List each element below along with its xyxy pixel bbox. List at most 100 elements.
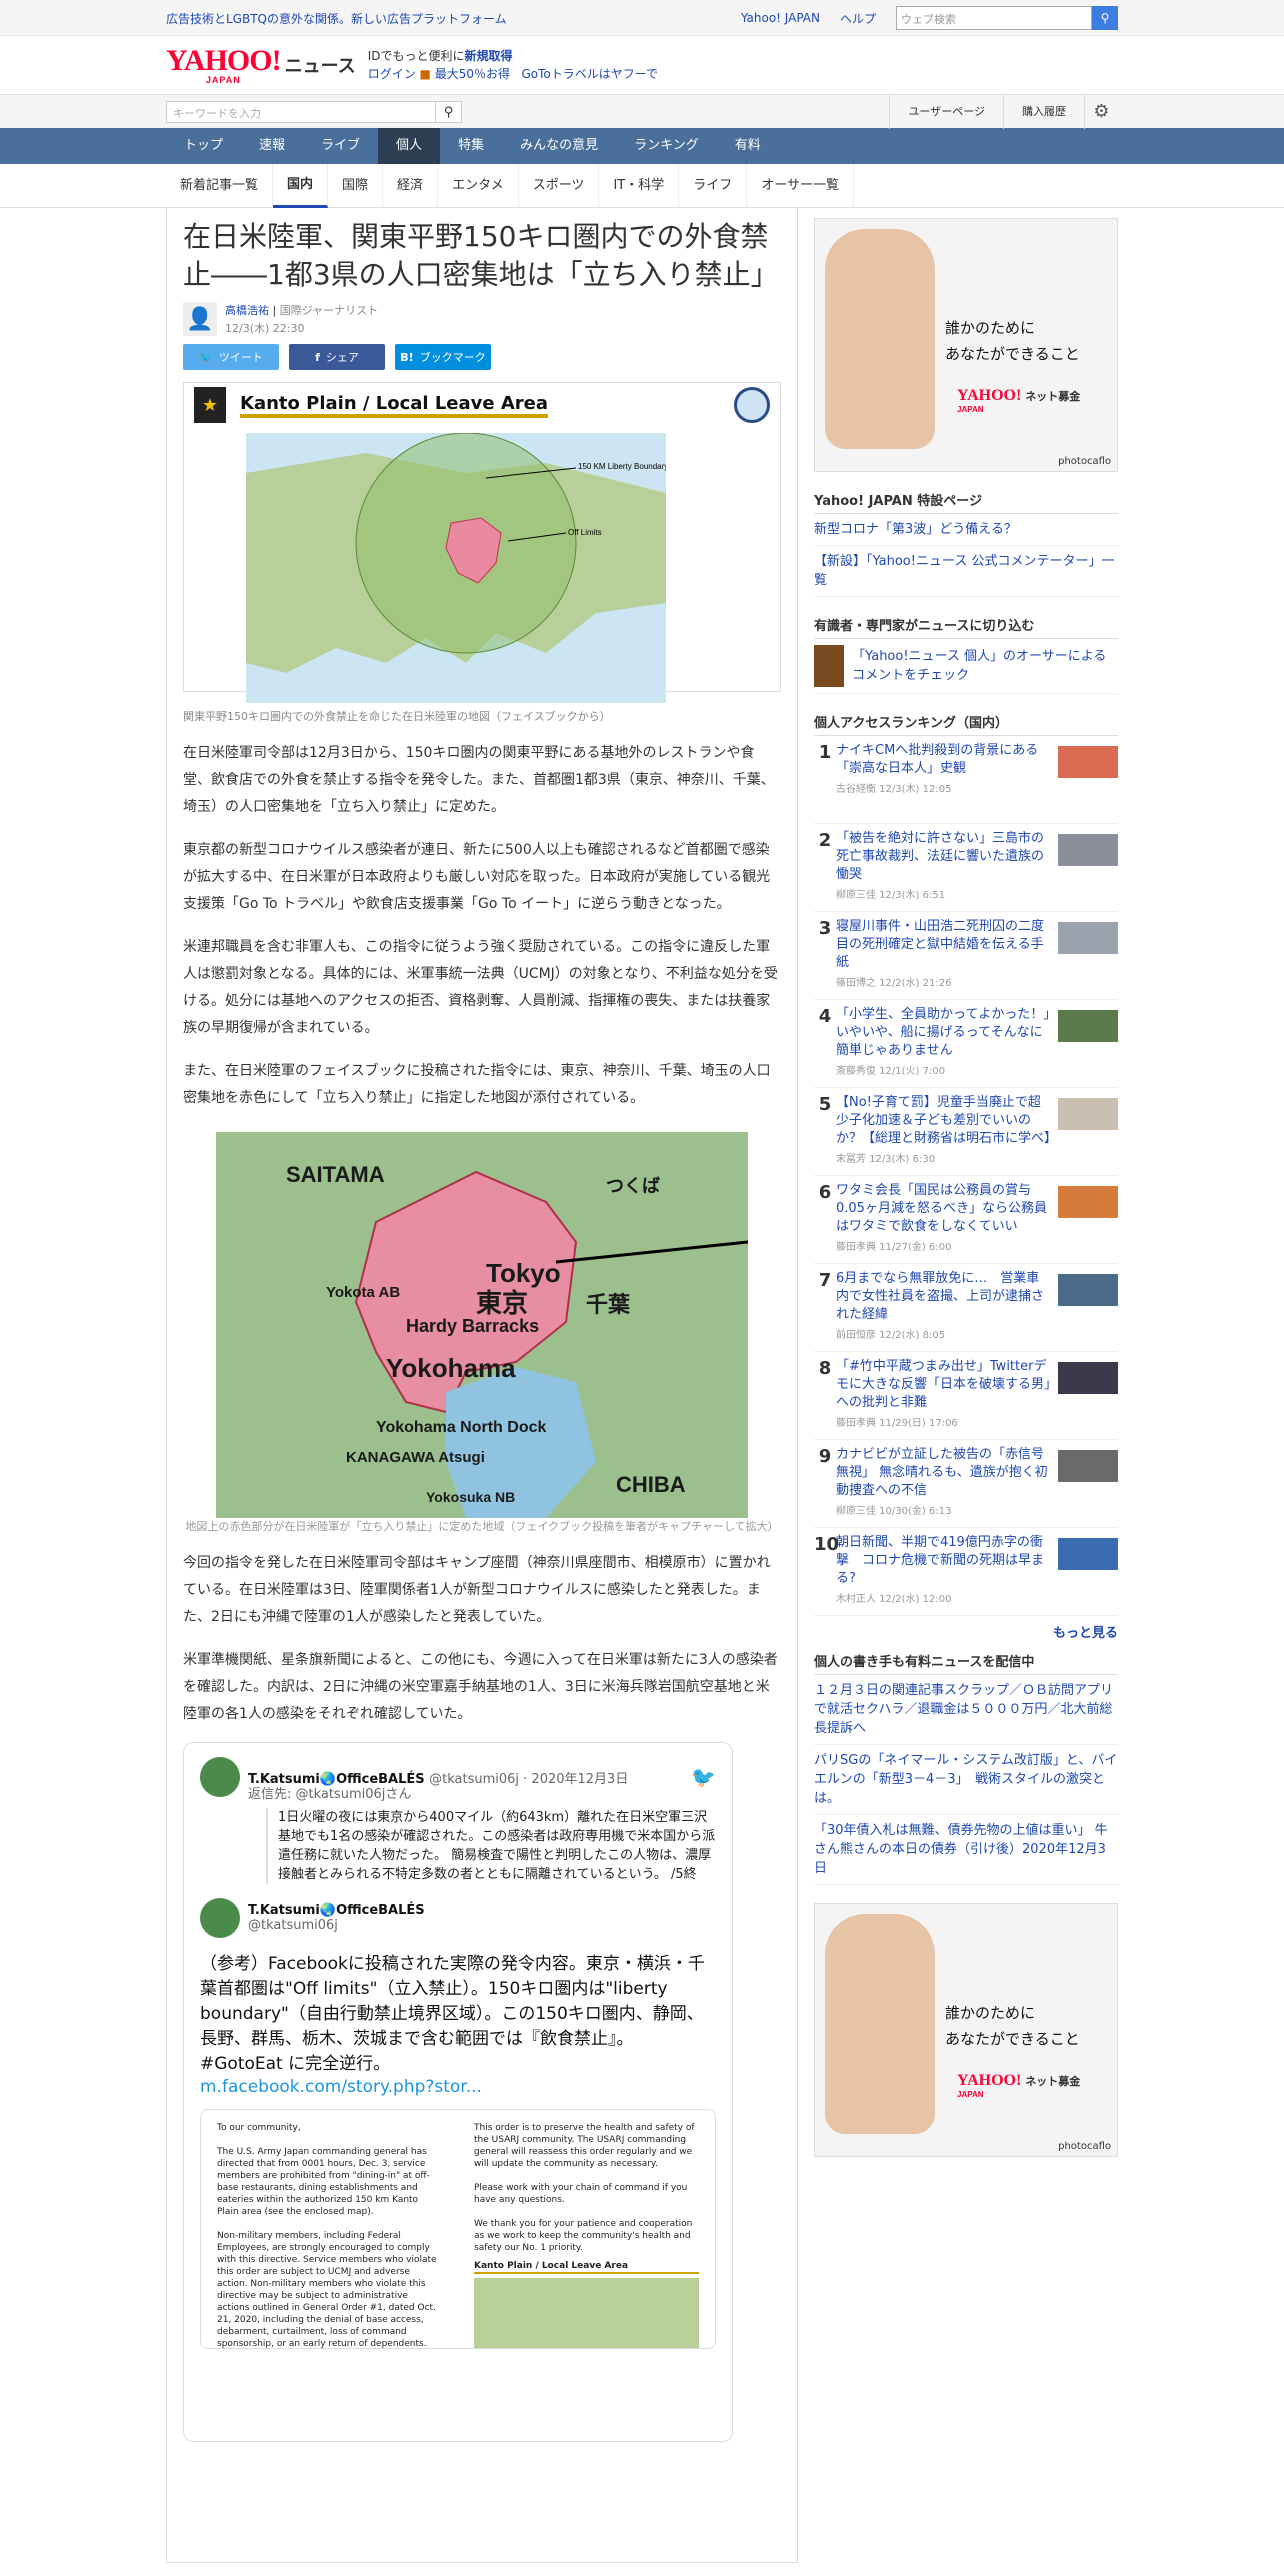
rank-thumbnail[interactable] xyxy=(1058,1010,1118,1042)
rank-title[interactable]: ナイキCMへ批判殺到の背景にある「崇高な日本人」史観 xyxy=(836,742,1052,778)
subnav-item[interactable]: 経済 xyxy=(383,164,439,208)
discount-link[interactable]: 最大50％お得 xyxy=(435,67,510,81)
gear-icon[interactable]: ⚙ xyxy=(1084,95,1118,129)
tweet-image[interactable]: To our community, The U.S. Army Japan co… xyxy=(200,2109,716,2349)
paragraph: 米連邦職員を含む非軍人も、この指令に従うよう強く奨励されている。この指令に違反し… xyxy=(183,939,778,1036)
leave-area-map[interactable]: ★ Kanto Plain / Local Leave Area 150 KM … xyxy=(183,382,781,703)
tweet-date[interactable]: 2020年12月3日 xyxy=(531,1772,628,1787)
twitter-bird-icon[interactable]: 🐦 xyxy=(691,1765,716,1789)
subnav-item[interactable]: IT・科学 xyxy=(599,164,680,208)
paid-link[interactable]: １２月３日の関連記事スクラップ／ＯＢ訪問アプリで就活セクハラ／退職金は５０００万… xyxy=(814,1675,1118,1745)
ranking-item[interactable]: 8 「#竹中平蔵つまみ出せ」Twitterデモに大きな反響「日本を破壊する男」への… xyxy=(814,1352,1118,1440)
ranking-item[interactable]: 1 ナイキCMへ批判殺到の背景にある「崇高な日本人」史観 古谷経衡 12/3(木) … xyxy=(814,736,1118,824)
special-link[interactable]: 【新設】「Yahoo!ニュース 公式コメンテーター」一覧 xyxy=(814,546,1118,597)
off-limits-map-image[interactable]: SAITAMA Tokyo 東京 Yokota AB Hardy Barracks Yok… xyxy=(216,1132,748,1518)
ranking-item[interactable]: 5 【No!子育て罰】児童手当廃止で超少子化加速＆子ども差別でいいのか？【総理と財… xyxy=(814,1088,1118,1176)
ad-copy-line1: 誰かのために xyxy=(945,2004,1036,2022)
rank-title[interactable]: カナビビが立証した被告の「赤信号無視」 無念晴れるも、遺族が抱く初動捜査への不信 xyxy=(836,1446,1052,1500)
paid-link[interactable]: パリSGの「ネイマール・システム改訂版」と、バイエルンの「新型3－4－3」 戦術… xyxy=(814,1745,1118,1815)
news-logo-text[interactable]: ニュース xyxy=(285,52,356,78)
avatar[interactable]: 👤 xyxy=(183,302,217,336)
tweet-handle[interactable]: @tkatsumi06j xyxy=(248,1918,425,1933)
yahoo-japan-link[interactable]: Yahoo! JAPAN xyxy=(741,11,820,25)
nav-item[interactable]: みんなの意見 xyxy=(502,128,616,164)
rank-thumbnail[interactable] xyxy=(1058,1450,1118,1482)
yahoo-logo[interactable]: YAHOO! JAPAN xyxy=(166,45,282,85)
subnav-item[interactable]: スポーツ xyxy=(519,164,600,208)
rank-title[interactable]: 【No!子育て罰】児童手当廃止で超少子化加速＆子ども差別でいいのか？【総理と財務… xyxy=(836,1094,1057,1148)
nav-item[interactable]: ランキング xyxy=(616,128,717,164)
avatar[interactable] xyxy=(200,1757,240,1797)
facebook-share-button[interactable]: f シェア xyxy=(289,344,385,370)
paid-link[interactable]: 「30年債入札は無難、債券先物の上値は重い」 牛さん熊さんの本日の債券（引け後）… xyxy=(814,1815,1118,1885)
author-name[interactable]: 高橋浩祐 xyxy=(225,304,269,317)
nav-item[interactable]: ライブ xyxy=(303,128,378,164)
rank-title[interactable]: ワタミ会長「国民は公務員の賞与0.05ヶ月減を怒るべき」なら公務員はワタミで飲食… xyxy=(836,1182,1052,1236)
ad-banner[interactable]: 誰かのために あなたができること YAHOO! ネット募金 JAPAN photoc… xyxy=(814,218,1118,472)
rank-thumbnail[interactable] xyxy=(1058,1274,1118,1306)
tweet-author-name[interactable]: T.Katsumi🌏OfficeBALÉS xyxy=(248,1903,425,1918)
user-page-link[interactable]: ユーザーページ xyxy=(889,95,1003,129)
subnav-item[interactable]: 国内 xyxy=(273,164,329,208)
rank-thumbnail[interactable] xyxy=(1058,922,1118,954)
experts-item[interactable]: 「Yahoo!ニュース 個人」のオーサーによるコメントをチェック xyxy=(814,639,1118,694)
ranking-item[interactable]: 2 「被告を絶対に許さない」三島市の死亡事故裁判、法廷に響いた遺族の慟哭 柳原三佳 … xyxy=(814,824,1118,912)
rank-title[interactable]: 朝日新聞、半期で419億円赤字の衝撃 コロナ危機で新聞の死期は早まる? xyxy=(836,1534,1052,1588)
tweet-link[interactable]: m.facebook.com/story.php?stor... xyxy=(200,2077,482,2097)
map-label: KANAGAWA Atsugi xyxy=(346,1449,485,1466)
purchase-history-link[interactable]: 購入履歴 xyxy=(1003,95,1084,129)
login-link[interactable]: ログイン xyxy=(368,67,416,81)
subnav-item[interactable]: エンタメ xyxy=(438,164,519,208)
subnav-item[interactable]: 国際 xyxy=(328,164,384,208)
ranking-item[interactable]: 3 寝屋川事件・山田浩二死刑囚の二度目の死刑確定と獄中結婚を伝える手紙 篠田博之 1… xyxy=(814,912,1118,1000)
nav-item[interactable]: 速報 xyxy=(241,128,303,164)
subnav-item[interactable]: ライフ xyxy=(679,164,748,208)
embedded-tweet[interactable]: T.Katsumi🌏OfficeBALÉS @tkatsumi06j · 202… xyxy=(183,1742,733,2442)
help-link[interactable]: ヘルプ xyxy=(840,10,876,27)
keyword-input[interactable]: キーワードを入力 xyxy=(166,101,436,123)
experts-link[interactable]: 「Yahoo!ニュース 個人」のオーサーによるコメントをチェック xyxy=(852,647,1118,685)
tweet-image-text-left: To our community, The U.S. Army Japan co… xyxy=(217,2123,437,2349)
rank-title[interactable]: 「小学生、全員助かってよかった！」 いやいや、船に揚げるってそんなに簡単じゃあり… xyxy=(836,1006,1063,1060)
avatar[interactable] xyxy=(200,1898,240,1938)
ranking-item[interactable]: 9 カナビビが立証した被告の「赤信号無視」 無念晴れるも、遺族が抱く初動捜査への不… xyxy=(814,1440,1118,1528)
rank-meta: 柳原三佳 12/3(木) 6:51 xyxy=(836,890,946,901)
search-icon[interactable]: ⚲ xyxy=(1092,6,1118,30)
search-icon[interactable]: ⚲ xyxy=(436,101,462,123)
rank-number: 3 xyxy=(818,918,832,939)
rank-thumbnail[interactable] xyxy=(1058,834,1118,866)
register-link[interactable]: 新規取得 xyxy=(464,49,512,63)
rank-title[interactable]: 「被告を絶対に許さない」三島市の死亡事故裁判、法廷に響いた遺族の慟哭 xyxy=(836,830,1052,884)
more-link[interactable]: もっと見る xyxy=(814,1616,1118,1647)
rank-title[interactable]: 寝屋川事件・山田浩二死刑囚の二度目の死刑確定と獄中結婚を伝える手紙 xyxy=(836,918,1052,972)
rank-thumbnail[interactable] xyxy=(1058,1362,1118,1394)
nav-item[interactable]: 個人 xyxy=(378,128,441,164)
rank-thumbnail[interactable] xyxy=(1058,1538,1118,1570)
tweet-button[interactable]: 🐦 ツイート xyxy=(183,344,279,370)
nav-item[interactable]: トップ xyxy=(166,128,241,164)
ad-banner[interactable]: 誰かのために あなたができること YAHOO! ネット募金 JAPAN photoc… xyxy=(814,1903,1118,2157)
rank-thumbnail[interactable] xyxy=(1058,1186,1118,1218)
hatena-bookmark-button[interactable]: B! ブックマーク xyxy=(395,344,491,370)
rank-thumbnail[interactable] xyxy=(1058,746,1118,778)
rank-title[interactable]: 6月までなら無罪放免に… 営業車内で女性社員を盗撮、上司が逮捕された経緯 xyxy=(836,1270,1052,1324)
subnav-item[interactable]: オーサー一覧 xyxy=(747,164,854,208)
ranking-item[interactable]: 6 ワタミ会長「国民は公務員の賞与0.05ヶ月減を怒るべき」なら公務員はワタミで飲… xyxy=(814,1176,1118,1264)
ranking-item[interactable]: 10 朝日新聞、半期で419億円赤字の衝撃 コロナ危機で新聞の死期は早まる? 木村正… xyxy=(814,1528,1118,1616)
map-label: 東京 xyxy=(476,1288,528,1318)
subnav-item[interactable]: 新着記事一覧 xyxy=(166,164,274,208)
rank-thumbnail[interactable] xyxy=(1058,1098,1118,1130)
web-search-input[interactable]: ウェブ検索 xyxy=(896,6,1092,30)
map-label: Yokohama North Dock xyxy=(376,1419,547,1436)
goto-travel-link[interactable]: GoToトラベルはヤフーで xyxy=(521,67,658,81)
ranking-item[interactable]: 4 「小学生、全員助かってよかった！」 いやいや、船に揚げるってそんなに簡単じゃあ… xyxy=(814,1000,1118,1088)
nav-item[interactable]: 特集 xyxy=(440,128,502,164)
ranking-item[interactable]: 7 6月までなら無罪放免に… 営業車内で女性社員を盗撮、上司が逮捕された経緯 前田恒… xyxy=(814,1264,1118,1352)
map-label: Yokota AB xyxy=(326,1284,400,1301)
ad-copy-line2: あなたができること xyxy=(945,2030,1080,2048)
promo-link[interactable]: 広告技術とLGBTQの意外な関係。新しい広告プラットフォーム xyxy=(166,10,741,27)
rank-title[interactable]: 「#竹中平蔵つまみ出せ」Twitterデモに大きな反響「日本を破壊する男」への批… xyxy=(836,1358,1052,1412)
tweet-handle[interactable]: @tkatsumi06j xyxy=(429,1772,519,1787)
special-link[interactable]: 新型コロナ「第3波」どう備える？ xyxy=(814,514,1118,546)
nav-item[interactable]: 有料 xyxy=(717,128,779,164)
